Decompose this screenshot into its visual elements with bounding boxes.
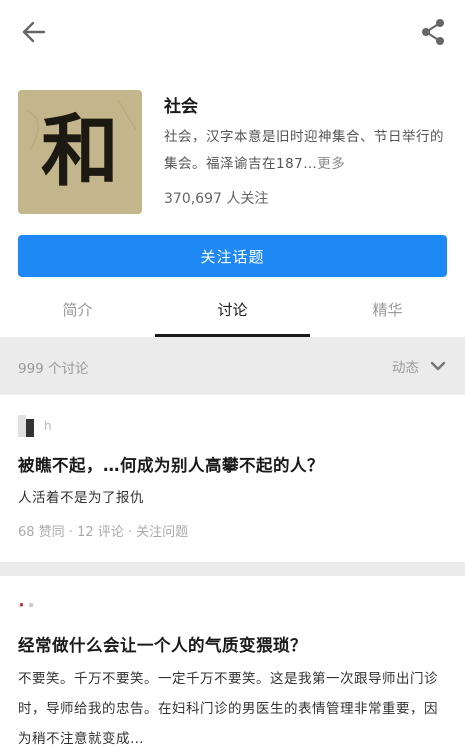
- tab-discussion[interactable]: 讨论: [155, 290, 310, 337]
- question-title[interactable]: 经常做什么会让一个人的气质变猥琐？: [18, 632, 307, 656]
- topic-header: 和 社会 社会，汉字本意是旧时迎神集合、节日举行的集会。福泽谕吉在187…更多 …: [18, 90, 448, 215]
- avatar[interactable]: [18, 594, 34, 616]
- author-name[interactable]: h: [44, 419, 52, 433]
- share-icon: [422, 19, 444, 45]
- list-item[interactable]: 经常做什么会让一个人的气质变猥琐？ 不要笑。千万不要笑。一定千万不要笑。这是我第…: [0, 576, 465, 749]
- tab-bar: 简介 讨论 精华: [0, 290, 465, 337]
- follow-count: 370,697 人关注: [164, 191, 269, 207]
- more-link[interactable]: 更多: [317, 156, 345, 172]
- share-button[interactable]: [417, 16, 449, 48]
- question-title[interactable]: 被瞧不起，…何成为别人高攀不起的人？: [18, 452, 324, 476]
- arrow-left-icon: [22, 21, 46, 43]
- cover-calligraphy: 和: [41, 106, 119, 197]
- divider: [0, 562, 465, 576]
- answer-excerpt[interactable]: 不要笑。千万不要笑。一定千万不要笑。这是我第一次跟导师出门诊时，导师给我的忠告。…: [18, 664, 448, 749]
- topic-description: 社会，汉字本意是旧时迎神集合、节日举行的集会。福泽谕吉在187…更多: [164, 124, 446, 178]
- chevron-down-icon: [430, 361, 446, 371]
- back-button[interactable]: [18, 16, 50, 48]
- topic-title: 社会: [164, 97, 198, 117]
- list-item[interactable]: h 被瞧不起，…何成为别人高攀不起的人？ 人活着不是为了报仇 68 赞同 · 1…: [0, 397, 465, 562]
- author-row: [18, 594, 44, 616]
- author-row: h: [18, 415, 52, 437]
- tab-intro[interactable]: 简介: [0, 290, 155, 337]
- sort-label: 动态: [392, 360, 419, 376]
- sort-dropdown[interactable]: 动态: [392, 351, 447, 381]
- post-meta: 68 赞同 · 12 评论 · 关注问题: [18, 525, 189, 540]
- discussion-count: 999 个讨论: [18, 361, 89, 377]
- topic-cover-image: 和: [18, 90, 142, 214]
- top-bar: [0, 0, 465, 66]
- discussion-bar: 999 个讨论 动态: [0, 337, 465, 395]
- follow-topic-button[interactable]: 关注话题: [18, 235, 447, 277]
- avatar[interactable]: [18, 415, 34, 437]
- tab-featured[interactable]: 精华: [310, 290, 465, 337]
- topic-description-text: 社会，汉字本意是旧时迎神集合、节日举行的集会。福泽谕吉在187…: [164, 129, 444, 172]
- answer-excerpt[interactable]: 人活着不是为了报仇: [18, 483, 448, 513]
